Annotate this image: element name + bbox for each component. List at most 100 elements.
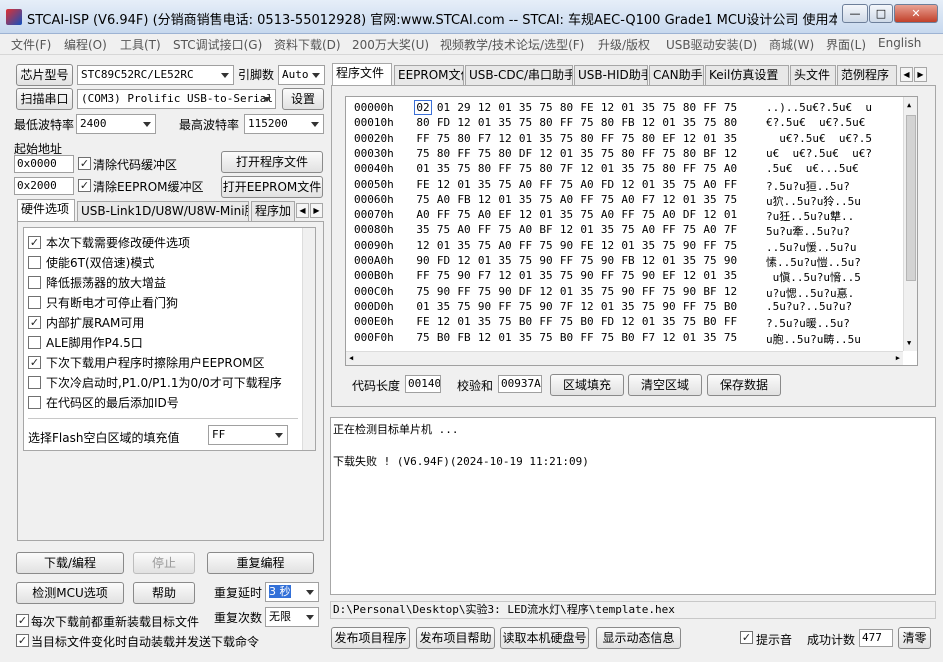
hex-byte[interactable]: BF — [538, 223, 554, 236]
fill-value-select[interactable]: FF — [208, 425, 288, 445]
option-watchdog[interactable]: 只有断电才可停止看门狗 — [28, 294, 178, 311]
hex-byte[interactable]: 75 — [538, 239, 554, 252]
hex-byte[interactable]: 01 — [436, 239, 452, 252]
hex-byte[interactable]: 75 — [559, 269, 575, 282]
hex-byte[interactable]: FE — [579, 239, 595, 252]
chip-model-select[interactable]: STC89C52RC/LE52RC — [77, 65, 234, 85]
hex-byte[interactable]: 75 — [538, 193, 554, 206]
hex-byte[interactable]: B0 — [436, 331, 452, 344]
hex-byte[interactable]: 80 — [477, 162, 493, 175]
hex-byte[interactable]: FF — [682, 162, 698, 175]
hex-byte[interactable]: 35 — [415, 223, 431, 236]
hex-byte[interactable]: 12 — [600, 239, 616, 252]
hex-byte[interactable]: 75 — [723, 193, 739, 206]
option-internal-ram[interactable]: ✓ 内部扩展RAM可用 — [28, 314, 144, 331]
hex-byte[interactable]: 12 — [661, 331, 677, 344]
hex-byte[interactable]: 29 — [456, 101, 472, 114]
hex-byte[interactable]: A0 — [518, 223, 534, 236]
hex-byte[interactable]: 01 — [456, 315, 472, 328]
hex-byte[interactable]: 75 — [518, 300, 534, 313]
repeat-delay-select[interactable]: 3 秒 — [265, 582, 319, 602]
hex-byte[interactable]: A0 — [477, 208, 493, 221]
hex-byte[interactable]: 75 — [661, 147, 677, 160]
hex-byte[interactable]: DF — [518, 285, 534, 298]
hex-byte[interactable]: 80 — [559, 101, 575, 114]
hex-byte[interactable]: 75 — [579, 116, 595, 129]
tab-program-file[interactable]: 程序文件 — [332, 63, 392, 85]
option-erase-eeprom[interactable]: ✓ 下次下载用户程序时擦除用户EEPROM区 — [28, 354, 265, 371]
hex-byte[interactable]: 80 — [436, 147, 452, 160]
hex-byte[interactable]: 75 — [559, 132, 575, 145]
hex-byte[interactable]: 90 — [538, 254, 554, 267]
hex-byte[interactable]: 75 — [620, 223, 636, 236]
hex-byte[interactable]: 75 — [415, 331, 431, 344]
hex-byte[interactable]: 90 — [436, 285, 452, 298]
hex-byte[interactable]: 35 — [436, 300, 452, 313]
hex-byte[interactable]: 01 — [723, 208, 739, 221]
tab-usb-link[interactable]: USB-Link1D/U8W/U8W-Mini脱机 — [77, 201, 249, 221]
hex-byte[interactable]: 35 — [456, 239, 472, 252]
hex-byte[interactable]: FE — [579, 101, 595, 114]
hex-byte[interactable]: 80 — [415, 116, 431, 129]
hex-byte[interactable]: 01 — [436, 101, 452, 114]
hex-byte[interactable]: 80 — [600, 116, 616, 129]
option-6t-mode[interactable]: 使能6T(双倍速)模式 — [28, 254, 154, 271]
hex-byte[interactable]: 01 — [559, 285, 575, 298]
hex-byte[interactable]: 12 — [477, 193, 493, 206]
hex-byte[interactable]: 75 — [436, 132, 452, 145]
hex-byte[interactable]: 75 — [497, 178, 513, 191]
hex-byte[interactable]: 75 — [559, 178, 575, 191]
tab-serial-assistant[interactable]: USB-CDC/串口助手 — [465, 65, 573, 85]
hex-byte[interactable]: FF — [661, 223, 677, 236]
hex-byte[interactable]: 75 — [682, 315, 698, 328]
hex-byte[interactable]: A0 — [702, 178, 718, 191]
hex-byte[interactable]: 75 — [497, 315, 513, 328]
hex-byte[interactable]: 01 — [620, 239, 636, 252]
hex-byte[interactable]: F7 — [641, 193, 657, 206]
hex-byte[interactable]: FF — [497, 300, 513, 313]
maximize-button[interactable]: □ — [869, 4, 893, 23]
hex-byte[interactable]: 75 — [682, 223, 698, 236]
hex-byte[interactable]: 12 — [641, 116, 657, 129]
scroll-thumb[interactable] — [906, 115, 916, 281]
hex-byte[interactable]: 01 — [641, 178, 657, 191]
hex-byte[interactable]: 75 — [538, 101, 554, 114]
clear-code-checkbox[interactable]: ✓ — [78, 157, 91, 170]
hex-byte[interactable]: 90 — [723, 254, 739, 267]
hex-byte[interactable]: 7F — [723, 223, 739, 236]
hex-byte[interactable]: 90 — [415, 254, 431, 267]
hex-byte[interactable]: FF — [415, 269, 431, 282]
hex-byte[interactable]: 01 — [620, 101, 636, 114]
hex-byte[interactable]: 35 — [682, 116, 698, 129]
hex-byte[interactable]: 75 — [600, 193, 616, 206]
hex-byte[interactable]: 75 — [456, 162, 472, 175]
hex-byte[interactable]: B0 — [723, 300, 739, 313]
hex-byte[interactable]: 75 — [579, 208, 595, 221]
hex-byte[interactable]: 35 — [661, 178, 677, 191]
hex-byte[interactable]: 12 — [538, 147, 554, 160]
hex-byte[interactable]: FF — [559, 116, 575, 129]
save-data-button[interactable]: 保存数据 — [707, 374, 781, 396]
chip-model-button[interactable]: 芯片型号 — [16, 64, 73, 86]
hex-byte[interactable]: FF — [702, 101, 718, 114]
hex-byte[interactable]: 80 — [682, 147, 698, 160]
hex-byte[interactable]: 01 — [415, 300, 431, 313]
scroll-down-icon[interactable]: ▼ — [907, 339, 911, 347]
hex-byte[interactable]: 90 — [477, 300, 493, 313]
hex-byte[interactable]: 12 — [702, 208, 718, 221]
hex-byte[interactable]: FF — [477, 223, 493, 236]
hex-byte[interactable]: FB — [620, 254, 636, 267]
menu-store[interactable]: 商城(W) — [769, 36, 814, 53]
log-output[interactable]: 正在检测目标单片机 ... 下载失败 ! (V6.94F)(2024-10-19… — [330, 417, 936, 595]
port-select[interactable]: (COM3) Prolific USB-to-Serial — [77, 89, 276, 109]
hex-byte[interactable]: 80 — [456, 132, 472, 145]
hex-byte[interactable]: 35 — [518, 101, 534, 114]
hex-byte[interactable]: 90 — [600, 254, 616, 267]
hex-byte[interactable]: 35 — [538, 132, 554, 145]
hex-byte[interactable]: 90 — [456, 269, 472, 282]
repeat-count-select[interactable]: 无限 — [265, 607, 319, 627]
hex-byte[interactable]: 01 — [497, 331, 513, 344]
hex-byte[interactable]: 75 — [497, 223, 513, 236]
menu-english[interactable]: English — [878, 36, 921, 50]
hex-byte[interactable]: 75 — [518, 116, 534, 129]
